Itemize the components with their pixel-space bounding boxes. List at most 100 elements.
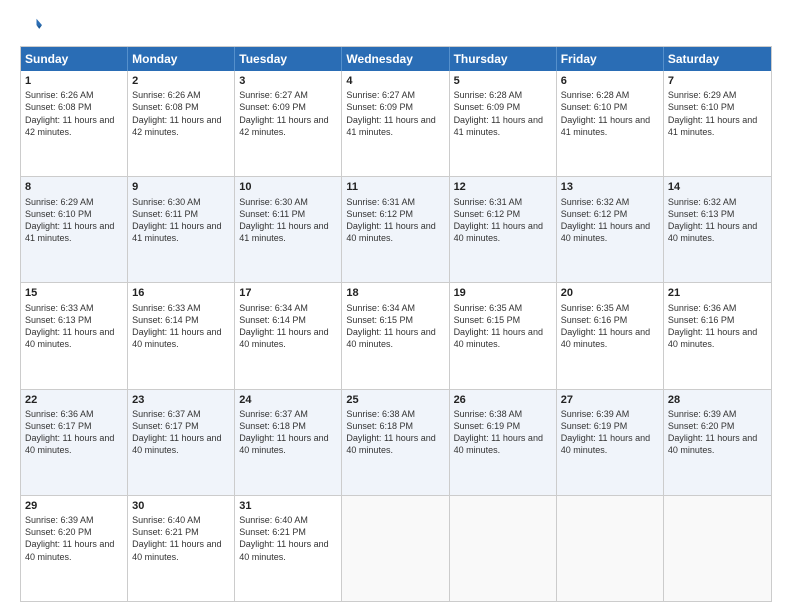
day-number: 5	[454, 74, 552, 88]
day-number: 6	[561, 74, 659, 88]
day-number: 7	[668, 74, 767, 88]
day-number: 16	[132, 286, 230, 300]
calendar-week-3: 15 Sunrise: 6:33 AMSunset: 6:13 PMDayligh…	[21, 283, 771, 389]
header	[20, 16, 772, 38]
day-info: Sunrise: 6:26 AMSunset: 6:08 PMDaylight:…	[25, 89, 123, 138]
day-info: Sunrise: 6:32 AMSunset: 6:12 PMDaylight:…	[561, 196, 659, 245]
logo	[20, 16, 44, 38]
day-info: Sunrise: 6:32 AMSunset: 6:13 PMDaylight:…	[668, 196, 767, 245]
day-number: 15	[25, 286, 123, 300]
day-cell-6: 6Sunrise: 6:28 AMSunset: 6:10 PMDaylight…	[557, 71, 664, 176]
day-number: 24	[239, 393, 337, 407]
day-number: 28	[668, 393, 767, 407]
day-cell-9: 9 Sunrise: 6:30 AMSunset: 6:11 PMDaylight…	[128, 177, 235, 282]
day-cell-15: 15 Sunrise: 6:33 AMSunset: 6:13 PMDayligh…	[21, 283, 128, 388]
header-day-thursday: Thursday	[450, 47, 557, 71]
empty-cell	[450, 496, 557, 601]
day-info: Sunrise: 6:30 AMSunset: 6:11 PMDaylight:…	[239, 196, 337, 245]
day-info: Sunrise: 6:40 AMSunset: 6:21 PMDaylight:…	[239, 514, 337, 563]
day-cell-3: 3Sunrise: 6:27 AMSunset: 6:09 PMDaylight…	[235, 71, 342, 176]
day-number: 3	[239, 74, 337, 88]
day-info: Sunrise: 6:36 AMSunset: 6:16 PMDaylight:…	[668, 302, 767, 351]
day-number: 8	[25, 180, 123, 194]
calendar-body: 1Sunrise: 6:26 AMSunset: 6:08 PMDaylight…	[21, 71, 771, 601]
day-cell-21: 21 Sunrise: 6:36 AMSunset: 6:16 PMDayligh…	[664, 283, 771, 388]
day-cell-14: 14 Sunrise: 6:32 AMSunset: 6:13 PMDayligh…	[664, 177, 771, 282]
day-number: 1	[25, 74, 123, 88]
day-info: Sunrise: 6:37 AMSunset: 6:17 PMDaylight:…	[132, 408, 230, 457]
day-info: Sunrise: 6:29 AMSunset: 6:10 PMDaylight:…	[668, 89, 767, 138]
day-number: 4	[346, 74, 444, 88]
day-info: Sunrise: 6:29 AMSunset: 6:10 PMDaylight:…	[25, 196, 123, 245]
day-info: Sunrise: 6:28 AMSunset: 6:09 PMDaylight:…	[454, 89, 552, 138]
day-cell-18: 18Sunrise: 6:34 AMSunset: 6:15 PMDayligh…	[342, 283, 449, 388]
day-cell-11: 11 Sunrise: 6:31 AMSunset: 6:12 PMDayligh…	[342, 177, 449, 282]
day-number: 29	[25, 499, 123, 513]
day-info: Sunrise: 6:26 AMSunset: 6:08 PMDaylight:…	[132, 89, 230, 138]
header-day-sunday: Sunday	[21, 47, 128, 71]
header-day-wednesday: Wednesday	[342, 47, 449, 71]
day-number: 23	[132, 393, 230, 407]
day-info: Sunrise: 6:33 AMSunset: 6:13 PMDaylight:…	[25, 302, 123, 351]
day-number: 21	[668, 286, 767, 300]
day-number: 19	[454, 286, 552, 300]
day-cell-30: 30Sunrise: 6:40 AMSunset: 6:21 PMDayligh…	[128, 496, 235, 601]
day-info: Sunrise: 6:38 AMSunset: 6:19 PMDaylight:…	[454, 408, 552, 457]
day-cell-22: 22Sunrise: 6:36 AMSunset: 6:17 PMDayligh…	[21, 390, 128, 495]
day-cell-25: 25Sunrise: 6:38 AMSunset: 6:18 PMDayligh…	[342, 390, 449, 495]
day-number: 11	[346, 180, 444, 194]
day-number: 2	[132, 74, 230, 88]
day-number: 27	[561, 393, 659, 407]
day-info: Sunrise: 6:40 AMSunset: 6:21 PMDaylight:…	[132, 514, 230, 563]
header-day-friday: Friday	[557, 47, 664, 71]
day-info: Sunrise: 6:39 AMSunset: 6:20 PMDaylight:…	[25, 514, 123, 563]
day-cell-17: 17 Sunrise: 6:34 AMSunset: 6:14 PMDayligh…	[235, 283, 342, 388]
day-info: Sunrise: 6:33 AMSunset: 6:14 PMDaylight:…	[132, 302, 230, 351]
day-info: Sunrise: 6:35 AMSunset: 6:16 PMDaylight:…	[561, 302, 659, 351]
calendar-header: SundayMondayTuesdayWednesdayThursdayFrid…	[21, 47, 771, 71]
day-info: Sunrise: 6:34 AMSunset: 6:14 PMDaylight:…	[239, 302, 337, 351]
day-info: Sunrise: 6:27 AMSunset: 6:09 PMDaylight:…	[239, 89, 337, 138]
day-number: 17	[239, 286, 337, 300]
day-number: 31	[239, 499, 337, 513]
day-info: Sunrise: 6:30 AMSunset: 6:11 PMDaylight:…	[132, 196, 230, 245]
day-number: 22	[25, 393, 123, 407]
header-day-saturday: Saturday	[664, 47, 771, 71]
day-info: Sunrise: 6:34 AMSunset: 6:15 PMDaylight:…	[346, 302, 444, 351]
day-number: 10	[239, 180, 337, 194]
day-info: Sunrise: 6:27 AMSunset: 6:09 PMDaylight:…	[346, 89, 444, 138]
day-info: Sunrise: 6:36 AMSunset: 6:17 PMDaylight:…	[25, 408, 123, 457]
day-number: 12	[454, 180, 552, 194]
day-cell-29: 29Sunrise: 6:39 AMSunset: 6:20 PMDayligh…	[21, 496, 128, 601]
day-info: Sunrise: 6:31 AMSunset: 6:12 PMDaylight:…	[454, 196, 552, 245]
day-number: 14	[668, 180, 767, 194]
day-number: 26	[454, 393, 552, 407]
day-cell-19: 19 Sunrise: 6:35 AMSunset: 6:15 PMDayligh…	[450, 283, 557, 388]
calendar-week-5: 29Sunrise: 6:39 AMSunset: 6:20 PMDayligh…	[21, 496, 771, 601]
day-cell-5: 5Sunrise: 6:28 AMSunset: 6:09 PMDaylight…	[450, 71, 557, 176]
day-info: Sunrise: 6:38 AMSunset: 6:18 PMDaylight:…	[346, 408, 444, 457]
day-cell-23: 23Sunrise: 6:37 AMSunset: 6:17 PMDayligh…	[128, 390, 235, 495]
day-cell-1: 1Sunrise: 6:26 AMSunset: 6:08 PMDaylight…	[21, 71, 128, 176]
page: SundayMondayTuesdayWednesdayThursdayFrid…	[0, 0, 792, 612]
day-info: Sunrise: 6:28 AMSunset: 6:10 PMDaylight:…	[561, 89, 659, 138]
day-cell-10: 10 Sunrise: 6:30 AMSunset: 6:11 PMDayligh…	[235, 177, 342, 282]
header-day-tuesday: Tuesday	[235, 47, 342, 71]
day-cell-7: 7Sunrise: 6:29 AMSunset: 6:10 PMDaylight…	[664, 71, 771, 176]
day-number: 20	[561, 286, 659, 300]
day-cell-2: 2Sunrise: 6:26 AMSunset: 6:08 PMDaylight…	[128, 71, 235, 176]
day-cell-26: 26Sunrise: 6:38 AMSunset: 6:19 PMDayligh…	[450, 390, 557, 495]
calendar-week-1: 1Sunrise: 6:26 AMSunset: 6:08 PMDaylight…	[21, 71, 771, 177]
day-info: Sunrise: 6:31 AMSunset: 6:12 PMDaylight:…	[346, 196, 444, 245]
calendar-week-4: 22Sunrise: 6:36 AMSunset: 6:17 PMDayligh…	[21, 390, 771, 496]
day-cell-31: 31Sunrise: 6:40 AMSunset: 6:21 PMDayligh…	[235, 496, 342, 601]
day-cell-24: 24Sunrise: 6:37 AMSunset: 6:18 PMDayligh…	[235, 390, 342, 495]
calendar-week-2: 8 Sunrise: 6:29 AMSunset: 6:10 PMDaylight…	[21, 177, 771, 283]
day-cell-4: 4Sunrise: 6:27 AMSunset: 6:09 PMDaylight…	[342, 71, 449, 176]
day-number: 13	[561, 180, 659, 194]
day-number: 9	[132, 180, 230, 194]
day-info: Sunrise: 6:35 AMSunset: 6:15 PMDaylight:…	[454, 302, 552, 351]
day-cell-27: 27Sunrise: 6:39 AMSunset: 6:19 PMDayligh…	[557, 390, 664, 495]
header-day-monday: Monday	[128, 47, 235, 71]
logo-text	[20, 16, 44, 38]
